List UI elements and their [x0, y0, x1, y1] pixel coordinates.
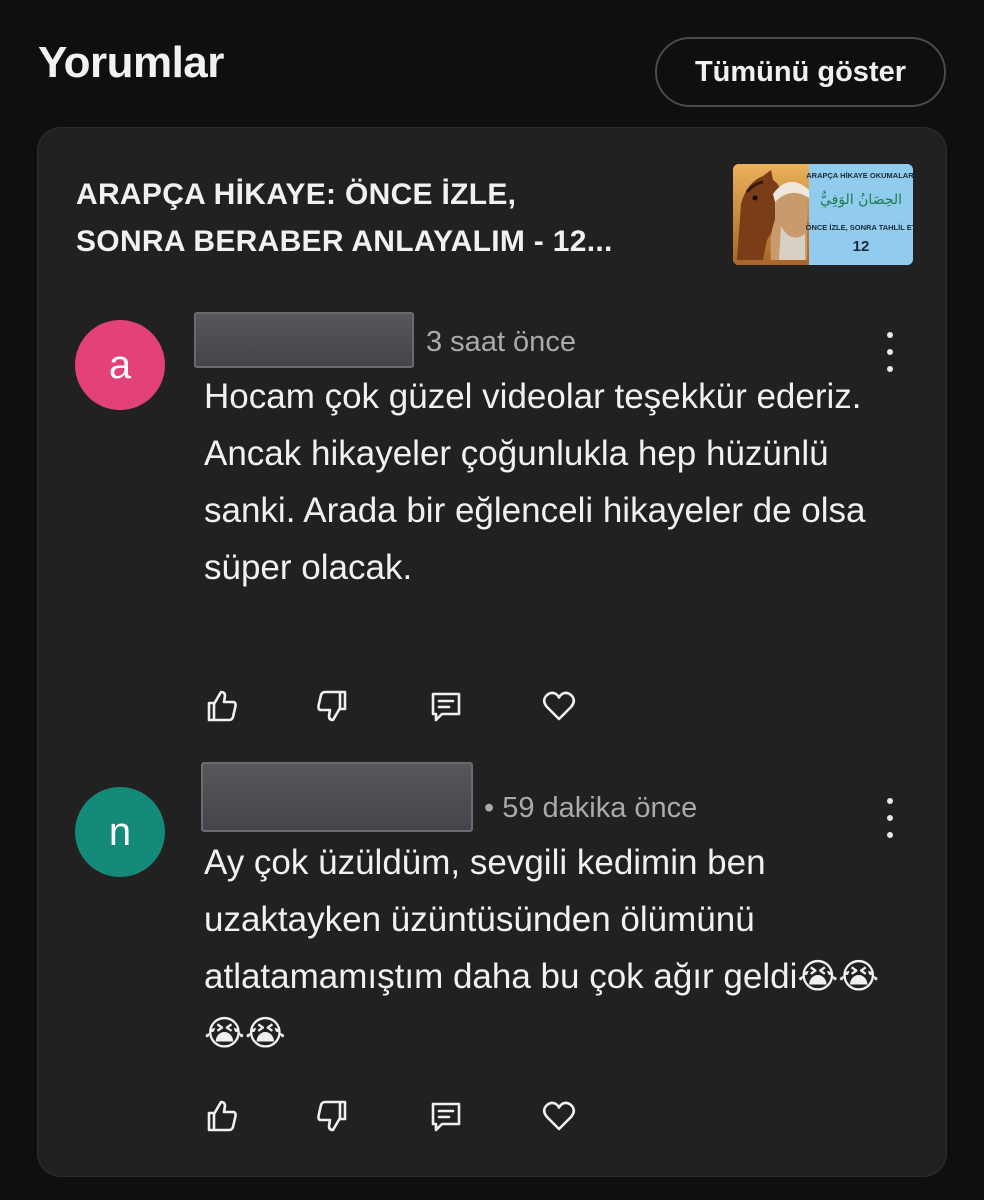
heart-button[interactable] — [539, 1096, 579, 1136]
heart-icon — [542, 691, 576, 721]
username-redacted[interactable] — [201, 762, 473, 832]
comment-text: Hocam çok güzel videolar teşekkür ederiz… — [204, 377, 866, 587]
heart-button[interactable] — [539, 686, 579, 726]
heart-icon — [542, 1101, 576, 1131]
comment-time: • 59 dakika önce — [484, 792, 698, 824]
reply-icon — [431, 692, 461, 722]
comment-text: Ay çok üzüldüm, sevgili kedimin ben uzak… — [204, 843, 880, 1053]
comment-actions — [201, 1096, 601, 1136]
thumbs-down-icon — [317, 1100, 347, 1132]
thumbnail-image: ARAPÇA HİKAYE OKUMALARI الحِصَانُ الوَفِ… — [733, 164, 913, 265]
reply-button[interactable] — [426, 1096, 466, 1136]
like-button[interactable] — [201, 1096, 241, 1136]
comments-card[interactable]: ARAPÇA HİKAYE: ÖNCE İZLE, SONRA BERABER … — [37, 127, 947, 1177]
more-options-button[interactable] — [878, 332, 902, 372]
dislike-button[interactable] — [313, 1096, 353, 1136]
thumbs-up-icon — [207, 1100, 237, 1132]
dot-icon — [887, 349, 893, 355]
thumbs-up-icon — [207, 690, 237, 722]
dot-icon — [887, 798, 893, 804]
video-title-line: SONRA BERABER ANLAYALIM - 12... — [76, 225, 613, 258]
reply-button[interactable] — [426, 686, 466, 726]
dot-icon — [887, 366, 893, 372]
video-title[interactable]: ARAPÇA HİKAYE: ÖNCE İZLE, SONRA BERABER … — [76, 171, 696, 265]
comment-time: 3 saat önce — [426, 326, 576, 358]
comments-header: Yorumlar Tümünü göster — [0, 0, 984, 120]
like-button[interactable] — [201, 686, 241, 726]
thumbnail-number: 12 — [853, 238, 870, 255]
thumbnail-top-text: ARAPÇA HİKAYE OKUMALARI — [806, 171, 913, 180]
video-thumbnail[interactable]: ARAPÇA HİKAYE OKUMALARI الحِصَانُ الوَفِ… — [733, 164, 913, 265]
more-options-button[interactable] — [878, 798, 902, 838]
dot-icon — [887, 332, 893, 338]
reply-icon — [431, 1102, 461, 1132]
section-title: Yorumlar — [38, 38, 224, 87]
thumbnail-arabic-text: الحِصَانُ الوَفِيُّ — [820, 191, 902, 208]
thumbnail-subtitle: ÖNCE İZLE, SONRA TAHLİL ET — [806, 223, 913, 232]
comment-actions — [201, 686, 601, 726]
dislike-button[interactable] — [313, 686, 353, 726]
avatar[interactable]: a — [75, 320, 165, 410]
username-redacted[interactable] — [194, 312, 414, 368]
video-title-line: ARAPÇA HİKAYE: ÖNCE İZLE, — [76, 178, 517, 211]
dot-icon — [887, 832, 893, 838]
show-all-button[interactable]: Tümünü göster — [655, 37, 946, 107]
thumbs-down-icon — [317, 690, 347, 722]
dot-icon — [887, 815, 893, 821]
avatar[interactable]: n — [75, 787, 165, 877]
